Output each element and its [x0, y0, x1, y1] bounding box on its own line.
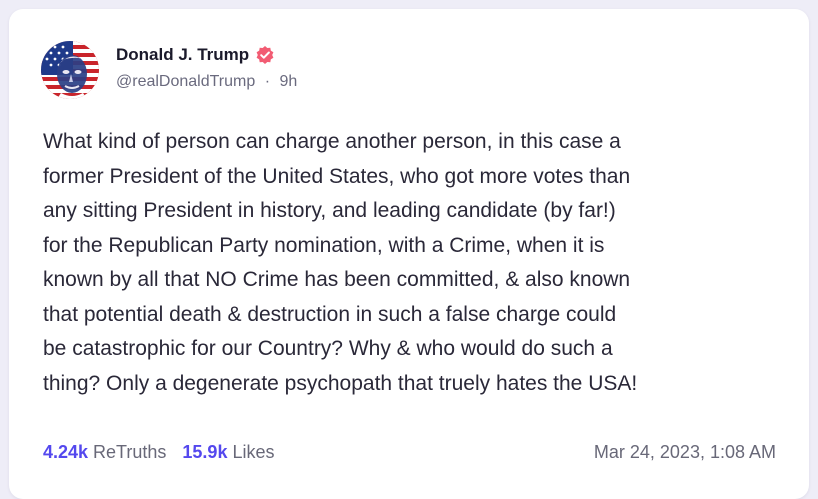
likes-stat[interactable]: 15.9k Likes — [182, 442, 274, 463]
relative-time: 9h — [279, 73, 298, 90]
post-text: What kind of person can charge another p… — [43, 130, 638, 395]
author-meta: @realDonaldTrump · 9h — [116, 73, 297, 91]
likes-count: 15.9k — [182, 442, 228, 462]
author-handle[interactable]: @realDonaldTrump — [116, 73, 255, 90]
author-avatar[interactable] — [41, 41, 99, 99]
author-name-row: Donald J. Trump — [116, 43, 275, 67]
retruths-stat[interactable]: 4.24k ReTruths — [43, 442, 166, 463]
avatar-flag-portrait-icon — [41, 41, 99, 99]
retruths-label: ReTruths — [93, 442, 167, 462]
post-stats: 4.24k ReTruths 15.9k Likes — [43, 442, 274, 463]
author-display-name[interactable]: Donald J. Trump — [116, 45, 249, 65]
likes-label: Likes — [232, 442, 275, 462]
post-card: Donald J. Trump @realDonaldTrump · 9h Wh… — [9, 9, 809, 499]
verified-badge-icon — [255, 45, 275, 65]
post-timestamp[interactable]: Mar 24, 2023, 1:08 AM — [594, 442, 776, 463]
meta-separator: · — [264, 73, 271, 90]
retruths-count: 4.24k — [43, 442, 89, 462]
